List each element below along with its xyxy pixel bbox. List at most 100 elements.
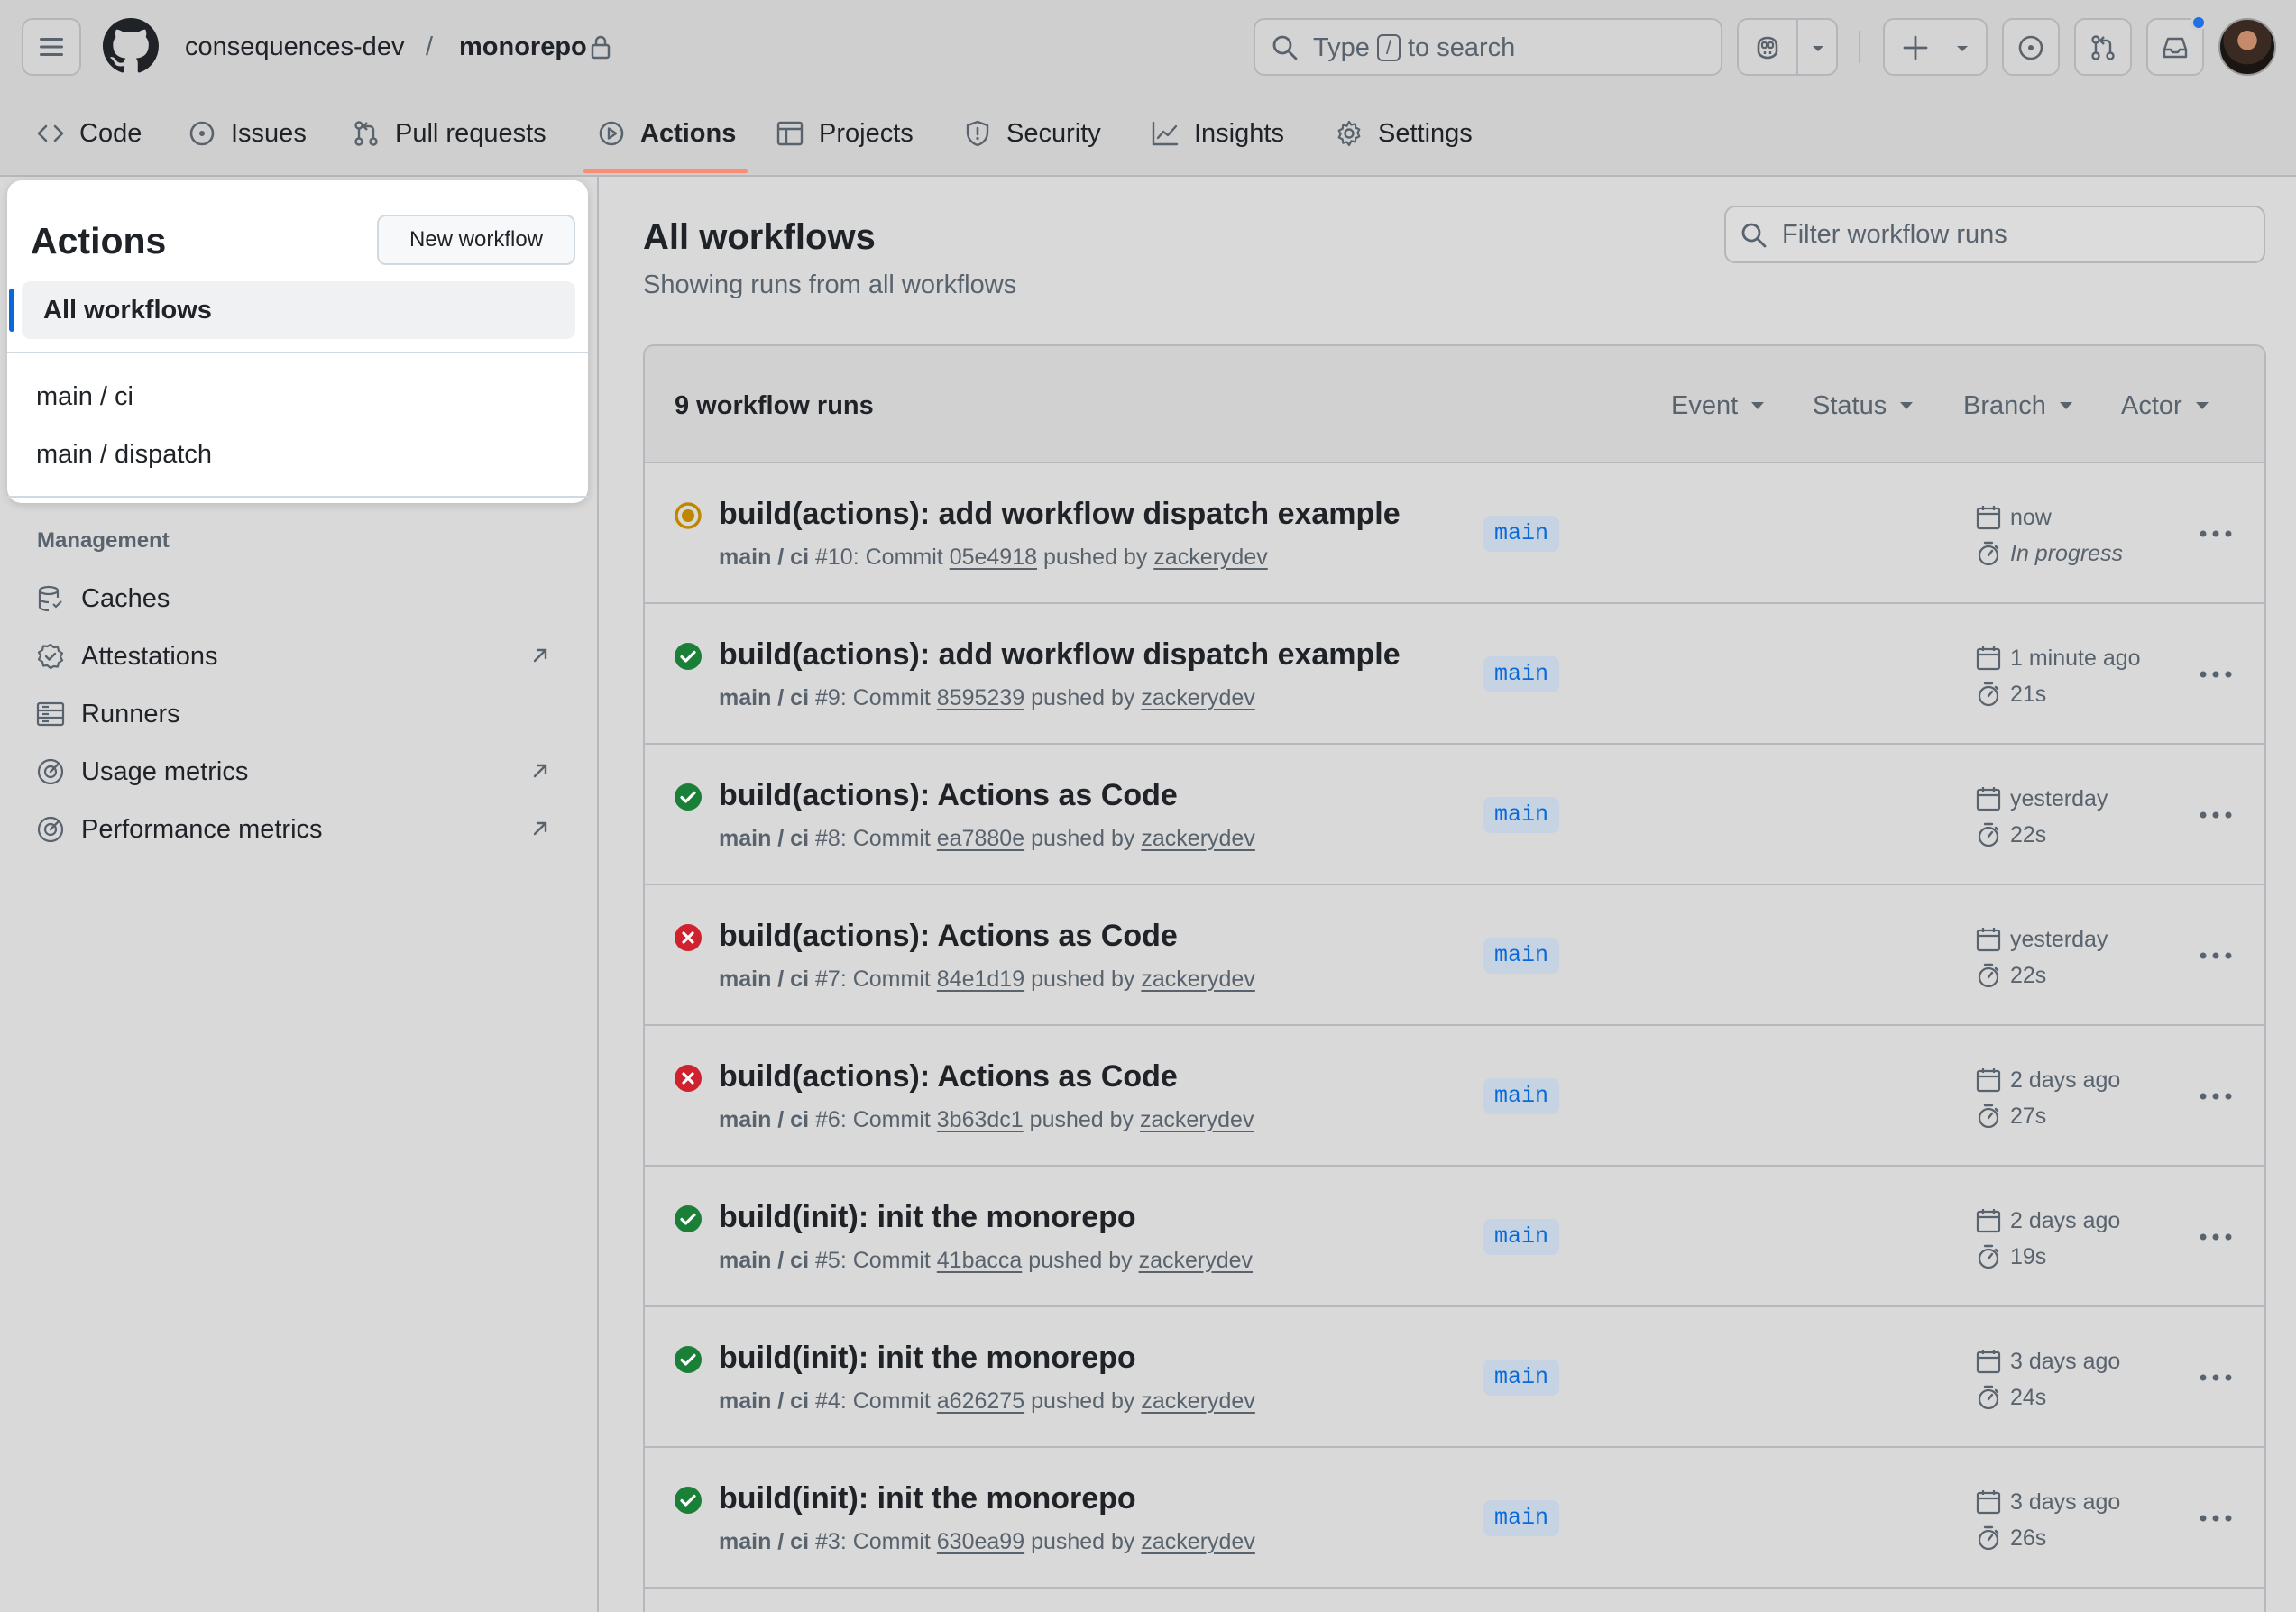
search-hint: Type / to search	[1313, 31, 1515, 65]
kebab-horizontal-icon[interactable]	[2198, 801, 2234, 829]
branch-badge[interactable]: main	[1483, 1500, 1560, 1536]
sidebar-item-workflow-dispatch[interactable]: main / dispatch	[36, 436, 212, 472]
kebab-horizontal-icon[interactable]	[2198, 941, 2234, 970]
workflow-run-row[interactable]: build(init): init the monorepo main / ci…	[645, 1448, 2264, 1589]
run-commit-sha[interactable]: ea7880e	[937, 826, 1024, 851]
run-actor[interactable]: zackerydev	[1141, 1388, 1254, 1414]
run-title-link[interactable]: build(init): init the monorepo	[719, 1479, 1136, 1518]
branch-badge[interactable]: main	[1483, 1078, 1560, 1114]
tab-issues[interactable]: Issues	[188, 105, 307, 177]
filter-workflow-runs-input[interactable]	[1724, 206, 2265, 263]
run-commit-sha[interactable]: 3b63dc1	[937, 1107, 1024, 1132]
branch-badge[interactable]: main	[1483, 516, 1560, 552]
kebab-horizontal-icon[interactable]	[2198, 1082, 2234, 1111]
branch-filter-dropdown[interactable]: Branch	[1963, 388, 2073, 424]
calendar-icon	[1976, 1068, 2001, 1093]
search-icon	[1272, 35, 1298, 60]
tab-insights[interactable]: Insights	[1151, 105, 1284, 177]
tab-code[interactable]: Code	[36, 105, 142, 177]
kebab-horizontal-icon[interactable]	[2198, 519, 2234, 548]
link-external-icon	[533, 764, 547, 778]
calendar-icon	[1976, 506, 2001, 530]
tab-label: Projects	[819, 119, 914, 148]
branch-badge[interactable]: main	[1483, 1360, 1560, 1396]
sidebar-item-usage-metrics[interactable]: Usage metrics	[36, 750, 559, 793]
tab-pull-requests[interactable]: Pull requests	[352, 105, 546, 177]
github-logo-icon[interactable]	[103, 18, 159, 74]
kebab-horizontal-icon[interactable]	[2198, 1504, 2234, 1533]
workflow-run-row[interactable]: build(init): init the monorepo main / ci…	[645, 1307, 2264, 1448]
run-actor[interactable]: zackerydev	[1141, 685, 1254, 710]
workflow-run-row[interactable]: build(actions): add workflow dispatch ex…	[645, 463, 2264, 604]
kebab-horizontal-icon[interactable]	[2198, 1223, 2234, 1251]
stopwatch-icon	[1978, 541, 1999, 566]
workflow-run-row[interactable]: build(actions): Actions as Code main / c…	[645, 885, 2264, 1026]
breadcrumb-repo[interactable]: monorepo	[459, 29, 587, 65]
workflow-run-row[interactable]: build(actions): add workflow dispatch ex…	[645, 604, 2264, 745]
event-filter-dropdown[interactable]: Event	[1671, 388, 1765, 424]
run-workflow-name: main / ci	[719, 966, 810, 992]
run-title-link[interactable]: build(init): init the monorepo	[719, 1197, 1136, 1237]
tab-projects[interactable]: Projects	[776, 105, 914, 177]
branch-badge[interactable]: main	[1483, 1219, 1560, 1255]
branch-badge[interactable]: main	[1483, 797, 1560, 833]
run-actor[interactable]: zackerydev	[1139, 1248, 1253, 1273]
run-commit-sha[interactable]: 630ea99	[937, 1529, 1024, 1554]
run-workflow-name: main / ci	[719, 826, 810, 851]
workflows-card: Actions New workflow All workflows main …	[7, 180, 588, 503]
run-actor[interactable]: zackerydev	[1153, 545, 1267, 570]
sidebar-item-performance-metrics[interactable]: Performance metrics	[36, 808, 559, 851]
run-actor[interactable]: zackerydev	[1141, 1529, 1254, 1554]
chevron-down-icon[interactable]	[1809, 43, 1827, 54]
run-actor[interactable]: zackerydev	[1140, 1107, 1254, 1132]
sidebar-item-runners[interactable]: Runners	[36, 692, 559, 736]
check-circle-icon	[675, 1487, 702, 1514]
filter-input-field[interactable]	[1782, 216, 2251, 252]
run-commit-sha[interactable]: 05e4918	[950, 545, 1037, 570]
tab-settings[interactable]: Settings	[1335, 105, 1473, 177]
your-pull-requests-button[interactable]	[2074, 18, 2132, 76]
sidebar-item-all-workflows[interactable]: All workflows	[22, 281, 575, 339]
run-actor[interactable]: zackerydev	[1141, 966, 1254, 992]
copilot-button[interactable]	[1737, 18, 1838, 76]
run-title-link[interactable]: build(actions): Actions as Code	[719, 1057, 1178, 1096]
breadcrumb-owner[interactable]: consequences-dev	[185, 29, 404, 65]
runs-count: 9 workflow runs	[675, 391, 874, 420]
x-circle-icon	[675, 1065, 702, 1092]
run-title-link[interactable]: build(actions): Actions as Code	[719, 775, 1178, 815]
run-commit-sha[interactable]: 8595239	[937, 685, 1024, 710]
run-title-link[interactable]: build(actions): add workflow dispatch ex…	[719, 494, 1401, 534]
run-commit-sha[interactable]: 84e1d19	[937, 966, 1024, 992]
run-title-link[interactable]: build(init): init the monorepo	[719, 1338, 1136, 1378]
actor-filter-dropdown[interactable]: Actor	[2121, 388, 2209, 424]
run-title-link[interactable]: build(actions): add workflow dispatch ex…	[719, 635, 1401, 674]
new-workflow-button[interactable]: New workflow	[377, 215, 575, 265]
tab-actions[interactable]: Actions	[597, 105, 736, 177]
workflow-run-row[interactable]: build(actions): Actions as Code main / c…	[645, 1026, 2264, 1167]
branch-badge[interactable]: main	[1483, 938, 1560, 974]
run-meta: main / ci #9: Commit 8595239 pushed by z…	[719, 685, 1255, 710]
create-new-button[interactable]	[1883, 18, 1988, 76]
global-search-input[interactable]: Type / to search	[1254, 18, 1722, 76]
workflow-run-row[interactable]: build(actions): Actions as Code main / c…	[645, 745, 2264, 885]
sidebar-item-attestations[interactable]: Attestations	[36, 635, 559, 678]
divider	[7, 352, 588, 353]
filter-label: Actor	[2121, 391, 2182, 420]
stopwatch-icon	[1978, 1104, 1999, 1129]
status-filter-dropdown[interactable]: Status	[1813, 388, 1914, 424]
run-actor[interactable]: zackerydev	[1141, 826, 1254, 851]
workflow-run-row[interactable]: build(init): init the monorepo main / ci…	[645, 1167, 2264, 1307]
kebab-horizontal-icon[interactable]	[2198, 1363, 2234, 1392]
run-commit-sha[interactable]: 41bacca	[937, 1248, 1023, 1273]
tab-security[interactable]: Security	[963, 105, 1101, 177]
sidebar-item-caches[interactable]: Caches	[36, 577, 559, 620]
your-issues-button[interactable]	[2002, 18, 2060, 76]
triangle-down-icon	[2059, 402, 2072, 409]
avatar[interactable]	[2218, 18, 2276, 76]
kebab-horizontal-icon[interactable]	[2198, 660, 2234, 689]
run-commit-sha[interactable]: a626275	[937, 1388, 1024, 1414]
run-title-link[interactable]: build(actions): Actions as Code	[719, 916, 1178, 956]
menu-button[interactable]	[22, 18, 81, 76]
sidebar-item-workflow-ci[interactable]: main / ci	[36, 379, 133, 415]
branch-badge[interactable]: main	[1483, 656, 1560, 692]
